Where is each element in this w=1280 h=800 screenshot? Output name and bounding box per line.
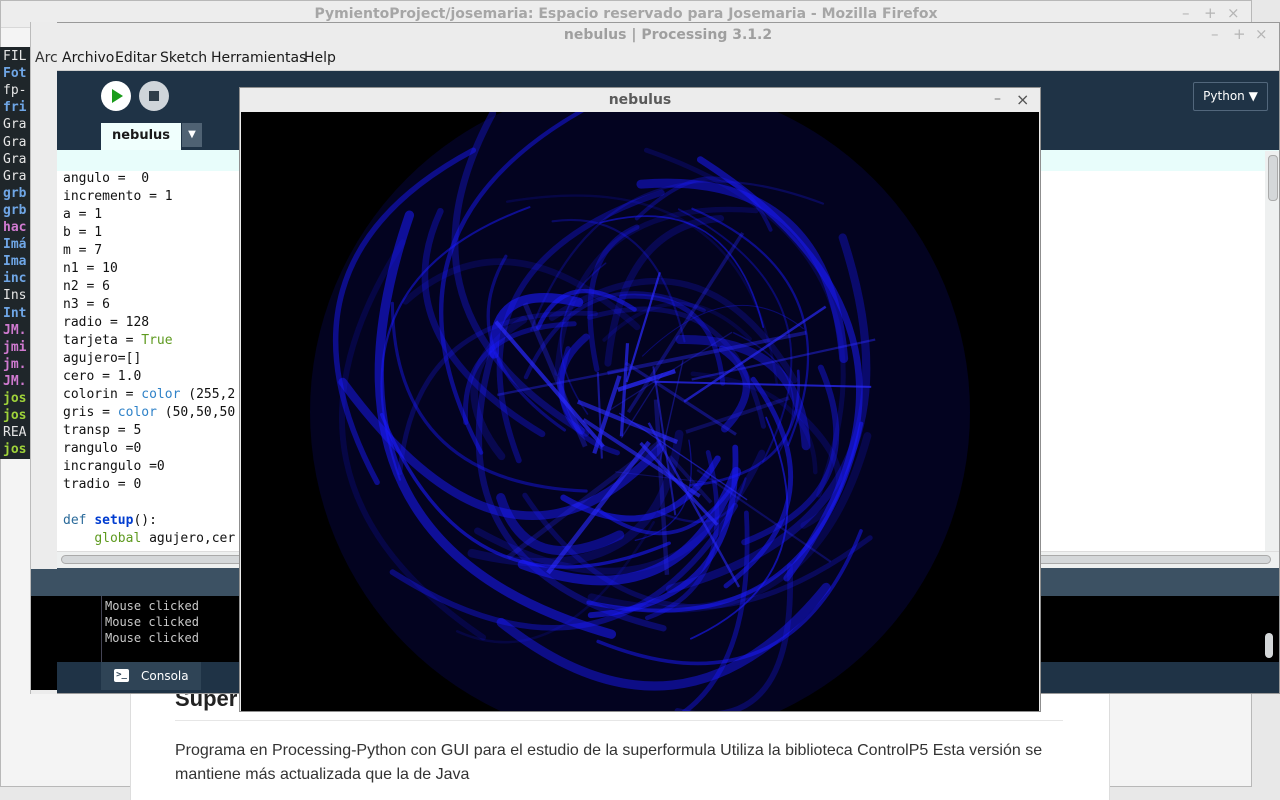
processing-maximize-icon[interactable]: + xyxy=(1233,25,1246,43)
terminal-line: Fot xyxy=(3,66,27,82)
terminal-line: fri xyxy=(3,100,27,116)
terminal-line: inc xyxy=(3,271,27,287)
terminal-line: Gra xyxy=(3,168,27,184)
console-line: Mouse clicked xyxy=(105,631,199,645)
global-keyword: global xyxy=(94,531,142,546)
menu-archivo[interactable]: Archivo xyxy=(62,50,114,66)
processing-close-icon[interactable]: × xyxy=(1255,25,1268,43)
background-window-edge: Arc xyxy=(30,22,58,694)
vertical-scroll-thumb[interactable] xyxy=(1268,155,1278,201)
background-status-strip xyxy=(31,569,57,596)
terminal-line: FIL xyxy=(3,49,27,64)
stop-button[interactable] xyxy=(139,81,169,111)
sketch-window: nebulus – × xyxy=(239,87,1041,712)
code-line: incremento = 1 xyxy=(63,189,173,204)
code-line: a = 1 xyxy=(63,207,103,222)
code-line: angulo = 0 xyxy=(63,171,150,186)
terminal-line: Gra xyxy=(3,117,27,133)
terminal-line: Int xyxy=(3,305,27,321)
run-button[interactable] xyxy=(101,81,131,111)
terminal-line: Gra xyxy=(3,151,27,167)
code-line: gris = color (50,50,50 xyxy=(63,405,236,420)
code-line: n3 = 6 xyxy=(63,297,110,312)
menu-bar: Archivo Editar Sketch Herramientas Help xyxy=(57,47,1279,71)
menu-herramientas[interactable]: Herramientas xyxy=(211,50,306,66)
processing-minimize-icon[interactable]: – xyxy=(1211,25,1219,43)
console-tab-label: Consola xyxy=(141,669,189,683)
code-line: rangulo =0 xyxy=(63,441,142,456)
editor-vertical-scrollbar[interactable] xyxy=(1265,151,1279,551)
terminal-line: fp- xyxy=(3,83,27,99)
terminal-line: jm. xyxy=(3,356,27,372)
play-icon xyxy=(112,89,123,103)
sketch-window-title: nebulus xyxy=(608,92,672,108)
def-keyword: def xyxy=(63,513,95,528)
console-line: Mouse clicked xyxy=(105,599,199,613)
firefox-close-icon[interactable]: × xyxy=(1227,4,1240,22)
code-line: cero = 1.0 xyxy=(63,369,142,384)
menu-editar[interactable]: Editar xyxy=(115,50,156,66)
terminal-line: grb xyxy=(3,202,27,218)
firefox-maximize-icon[interactable]: + xyxy=(1204,4,1217,22)
terminal-line: jos xyxy=(3,408,27,424)
firefox-window-title: PymientoProject/josemaria: Espacio reser… xyxy=(314,6,938,22)
code-line: incrangulo =0 xyxy=(63,459,165,474)
terminal-line: grb xyxy=(3,185,27,201)
color-keyword: color xyxy=(141,387,181,402)
mode-selector[interactable]: Python ▼ xyxy=(1193,82,1268,111)
sketch-titlebar: nebulus – × xyxy=(240,88,1040,112)
menu-sketch[interactable]: Sketch xyxy=(160,50,207,66)
terminal-line: Ins xyxy=(3,288,27,304)
tab-menu-button[interactable]: ▼ xyxy=(182,123,202,147)
heading-divider xyxy=(175,720,1063,721)
code-line: n1 = 10 xyxy=(63,261,118,276)
terminal-line: Imá xyxy=(3,237,27,253)
menu-help[interactable]: Help xyxy=(304,50,336,66)
code-line: global agujero,cer xyxy=(94,531,236,546)
terminal-line: jmi xyxy=(3,339,27,355)
code-line: m = 7 xyxy=(63,243,103,258)
code-line: colorin = color (255,2 xyxy=(63,387,236,402)
nebulus-artwork xyxy=(310,112,970,711)
console-tab[interactable]: >_ Consola xyxy=(101,662,201,690)
stop-icon xyxy=(149,91,159,101)
console-gutter xyxy=(101,596,102,662)
console-scroll-thumb[interactable] xyxy=(1265,633,1273,658)
processing-window-title: nebulus | Processing 3.1.2 xyxy=(563,27,773,43)
background-console-strip xyxy=(31,596,57,690)
terminal-line: jos xyxy=(3,442,27,458)
terminal-line: Gra xyxy=(3,134,27,150)
true-keyword: True xyxy=(141,333,173,348)
code-line: n2 = 6 xyxy=(63,279,110,294)
terminal-line: Ima xyxy=(3,254,27,270)
processing-titlebar: nebulus | Processing 3.1.2 – + × xyxy=(57,23,1279,47)
code-line: tradio = 0 xyxy=(63,477,142,492)
setup-function-name: setup xyxy=(94,513,134,528)
terminal-line: jos xyxy=(3,391,27,406)
code-line: b = 1 xyxy=(63,225,103,240)
sketch-minimize-icon[interactable]: – xyxy=(994,91,1001,107)
code-line: def setup(): xyxy=(63,513,157,528)
sketch-close-icon[interactable]: × xyxy=(1016,90,1029,109)
sketch-canvas[interactable] xyxy=(241,112,1039,711)
tab-nebulus[interactable]: nebulus xyxy=(101,123,181,151)
terminal-line: JM. xyxy=(3,322,27,338)
terminal-line: JM. xyxy=(3,373,27,389)
console-line: Mouse clicked xyxy=(105,615,199,629)
firefox-minimize-icon[interactable]: – xyxy=(1182,4,1190,22)
code-line: radio = 128 xyxy=(63,315,150,330)
terminal-icon: >_ xyxy=(114,669,129,682)
code-line: transp = 5 xyxy=(63,423,142,438)
terminal-line: REA xyxy=(3,425,27,441)
terminal-line: hac xyxy=(3,220,27,235)
code-line: agujero=[] xyxy=(63,351,142,366)
code-line: tarjeta = True xyxy=(63,333,173,348)
color-keyword: color xyxy=(117,405,157,420)
background-menu-archivo[interactable]: Arc xyxy=(35,50,58,66)
project-description: Programa en Processing-Python con GUI pa… xyxy=(175,742,1043,783)
